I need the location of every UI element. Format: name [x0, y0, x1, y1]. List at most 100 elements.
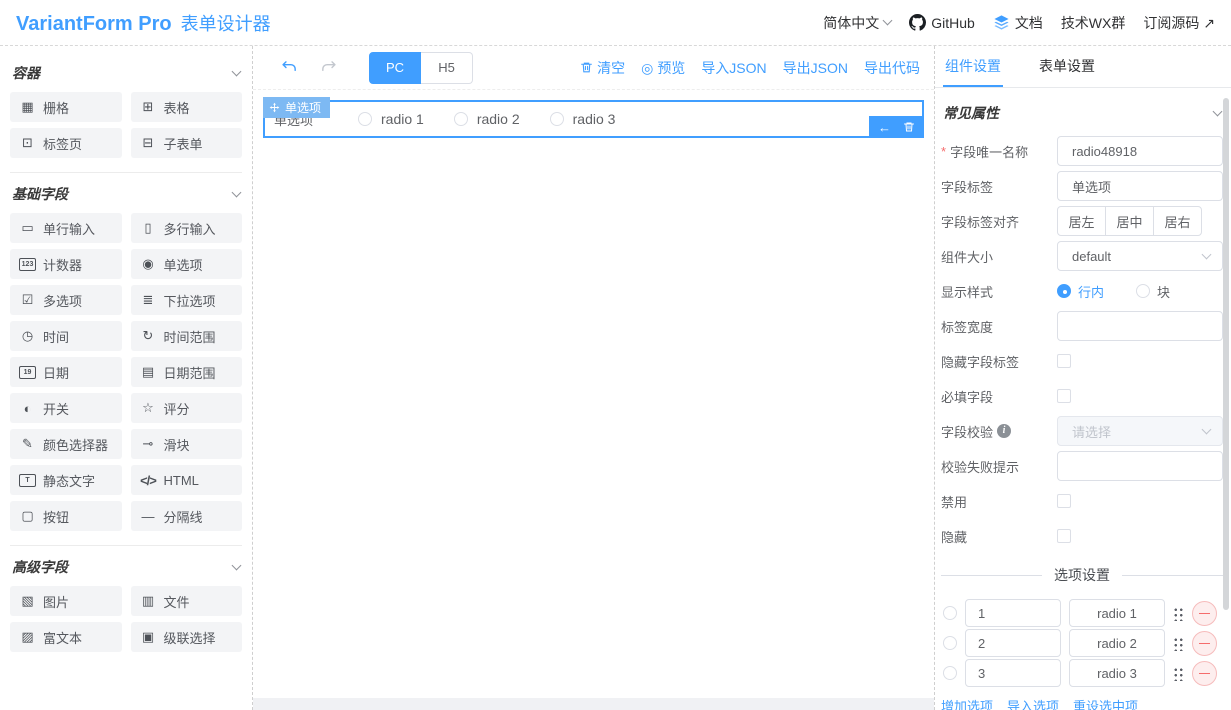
widget-item-table[interactable]: ⊞ 表格 [130, 92, 242, 122]
tab-form-settings[interactable]: 表单设置 [1037, 46, 1097, 87]
workspace: PC H5 清空 ◎ 预览 导入JSON 导出JSON 导出代码 单选项 单选项… [253, 46, 934, 710]
option-default-radio[interactable] [943, 606, 957, 620]
option-label-input[interactable] [1069, 629, 1165, 657]
tab-widget-settings[interactable]: 组件设置 [943, 46, 1003, 87]
widget-item-rich-editor[interactable]: ▨ 富文本 [10, 622, 122, 652]
align-left-button[interactable]: 居左 [1057, 206, 1106, 236]
widget-item-switch[interactable]: ◐ 开关 [10, 393, 122, 423]
prop-row-validation-hint: 校验失败提示 [941, 451, 1223, 481]
validation-hint-input[interactable] [1057, 451, 1223, 481]
widget-item-rate[interactable]: ☆ 评分 [130, 393, 242, 423]
delete-widget-button[interactable] [903, 121, 915, 133]
section-header-advanced-fields[interactable]: 高级字段 [8, 546, 244, 586]
github-icon [909, 14, 927, 31]
widget-item-picture[interactable]: ▧ 图片 [10, 586, 122, 616]
docs-link[interactable]: 文档 [993, 13, 1043, 33]
widget-item-input[interactable]: ▭ 单行输入 [10, 213, 122, 243]
remove-option-button[interactable] [1192, 630, 1217, 656]
widget-item-grid[interactable]: ▦ 栅格 [10, 92, 122, 122]
disabled-checkbox[interactable] [1057, 494, 1071, 508]
add-option-link[interactable]: 增加选项 [941, 696, 993, 710]
widget-item-time[interactable]: ◷ 时间 [10, 321, 122, 351]
widget-item-html[interactable]: </> HTML [130, 465, 242, 495]
radio-option-3[interactable]: radio 3 [549, 111, 615, 127]
remove-option-button[interactable] [1192, 660, 1217, 686]
widget-item-cascader[interactable]: ▣ 级联选择 [130, 622, 242, 652]
export-code-button[interactable]: 导出代码 [864, 58, 920, 78]
widget-item-file[interactable]: ▥ 文件 [130, 586, 242, 616]
widget-size-select[interactable]: default [1057, 241, 1223, 271]
option-label-input[interactable] [1069, 659, 1165, 687]
drag-handle-icon[interactable] [1173, 605, 1184, 621]
radio-option-2[interactable]: radio 2 [453, 111, 520, 127]
option-value-input[interactable] [965, 659, 1061, 687]
wx-group-link[interactable]: 技术WX群 [1061, 13, 1126, 33]
clear-button[interactable]: 清空 [580, 58, 625, 78]
align-center-button[interactable]: 居中 [1105, 206, 1154, 236]
widget-item-slider[interactable]: ⊸ 滑块 [130, 429, 242, 459]
display-style-block-radio[interactable]: 块 [1136, 282, 1170, 301]
hidden-checkbox[interactable] [1057, 529, 1071, 543]
export-json-button[interactable]: 导出JSON [783, 58, 848, 78]
subform-icon: ⊟ [142, 135, 154, 150]
widget-item-subform[interactable]: ⊟ 子表单 [130, 128, 242, 158]
subscribe-source-link[interactable]: 订阅源码 ↗ [1143, 13, 1215, 33]
widget-item-button[interactable]: ▢ 按钮 [10, 501, 122, 531]
app-header: VariantForm Pro 表单设计器 简体中文 GitHub 文档 技术W… [0, 0, 1231, 46]
device-toggle: PC H5 [369, 51, 473, 84]
widget-item-static-text[interactable]: T 静态文字 [10, 465, 122, 495]
hide-label-checkbox[interactable] [1057, 354, 1071, 368]
trash-icon [904, 122, 914, 132]
widget-item-tabs[interactable]: ⊡ 标签页 [10, 128, 122, 158]
widget-item-number[interactable]: 123 计数器 [10, 249, 122, 279]
section-header-basic-fields[interactable]: 基础字段 [8, 173, 244, 213]
option-label-input[interactable] [1069, 599, 1165, 627]
radio-option-1[interactable]: radio 1 [358, 111, 424, 127]
option-default-radio[interactable] [943, 636, 957, 650]
validation-select[interactable]: 请选择 [1057, 416, 1223, 446]
undo-button[interactable] [279, 57, 300, 78]
selected-radio-widget[interactable]: 单选项 单选项 radio 1 radio 2 radio 3 ← [263, 97, 924, 138]
widget-item-divider[interactable]: — 分隔线 [130, 501, 242, 531]
canvas-scrollbar-track[interactable] [253, 698, 934, 710]
device-tab-pc[interactable]: PC [369, 51, 421, 84]
option-value-input[interactable] [965, 629, 1061, 657]
widget-item-color-picker[interactable]: ✎ 颜色选择器 [10, 429, 122, 459]
widget-item-select[interactable]: ≣ 下拉选项 [130, 285, 242, 315]
option-default-radio[interactable] [943, 666, 957, 680]
label-align-group: 居左 居中 居右 [1057, 206, 1202, 236]
widget-drag-badge[interactable]: 单选项 [263, 97, 331, 118]
drag-handle-icon[interactable] [1173, 665, 1184, 681]
github-link[interactable]: GitHub [909, 14, 975, 31]
required-field-checkbox[interactable] [1057, 389, 1071, 403]
panel-scrollbar[interactable] [1223, 98, 1229, 610]
widget-item-time-range[interactable]: ↻ 时间范围 [130, 321, 242, 351]
widget-panel: 容器 ▦ 栅格 ⊞ 表格 ⊡ 标签页 ⊟ 子表单 基础字段 ▭ 单行输入 ▯ 多行输入 12… [0, 46, 253, 710]
import-options-link[interactable]: 导入选项 [1007, 696, 1059, 710]
form-canvas[interactable]: 单选项 单选项 radio 1 radio 2 radio 3 ← [253, 90, 934, 698]
align-right-button[interactable]: 居右 [1153, 206, 1202, 236]
widget-item-date[interactable]: 19 日期 [10, 357, 122, 387]
preview-button[interactable]: ◎ 预览 [641, 58, 685, 78]
slider-icon: ⊸ [142, 436, 154, 451]
widget-item-checkbox[interactable]: ☑ 多选项 [10, 285, 122, 315]
display-style-inline-radio[interactable]: 行内 [1057, 282, 1104, 301]
redo-button[interactable] [318, 57, 339, 78]
reset-selected-link[interactable]: 重设选中项 [1073, 696, 1138, 710]
remove-option-button[interactable] [1192, 600, 1217, 626]
option-row-2 [941, 628, 1223, 658]
select-parent-button[interactable]: ← [878, 120, 891, 135]
field-label-input[interactable] [1057, 171, 1223, 201]
language-selector[interactable]: 简体中文 [823, 13, 893, 33]
widget-item-textarea[interactable]: ▯ 多行输入 [130, 213, 242, 243]
widget-item-date-range[interactable]: ▤ 日期范围 [130, 357, 242, 387]
drag-handle-icon[interactable] [1173, 635, 1184, 651]
widget-item-radio[interactable]: ◉ 单选项 [130, 249, 242, 279]
section-header-common-props[interactable]: 常见属性 [941, 88, 1223, 136]
option-value-input[interactable] [965, 599, 1061, 627]
import-json-button[interactable]: 导入JSON [701, 58, 766, 78]
unique-name-input[interactable] [1057, 136, 1223, 166]
section-header-containers[interactable]: 容器 [8, 52, 244, 92]
label-width-input[interactable] [1057, 311, 1223, 341]
device-tab-h5[interactable]: H5 [421, 51, 473, 84]
